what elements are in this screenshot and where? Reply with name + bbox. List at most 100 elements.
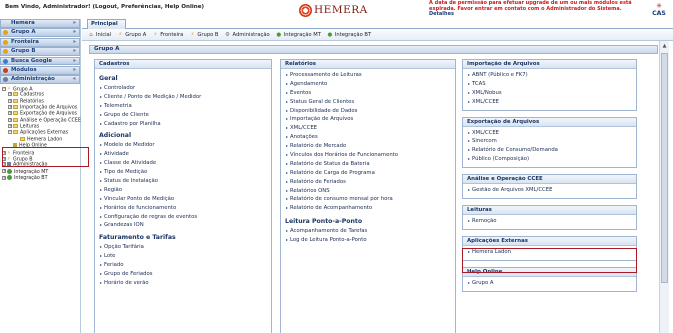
sidebar-section-label: Administração [11,76,55,83]
tab-strip: Principal [82,19,673,29]
link-relatorio-de-acompanhamento[interactable]: Relatório de Acompanhamento [285,204,451,213]
upgrade-warning: A data de permissão para efetuar upgrade… [429,0,647,18]
link-sinercom[interactable]: Sinercom [467,137,632,146]
sidebar-section-fronteira[interactable]: Fronteira » [0,37,80,47]
collapse-icon[interactable]: − [8,130,12,135]
link-xml-ccee[interactable]: XML/CCEE [467,129,632,138]
link-cliente-ponto-de-medicao-medidor[interactable]: Cliente / Ponto de Medição / Medidor [99,93,267,102]
link-acompanhamento-de-tarefas[interactable]: Acompanhamento de Tarefas [285,227,451,236]
link-vinculos-dos-horarios-de-funcionamento[interactable]: Vínculos dos Horários de Funcionamento [285,151,451,160]
link-processamento-de-leituras[interactable]: Processamento de Leituras [285,71,451,80]
nav-fronteira[interactable]: ⚡ Fronteira [152,32,183,38]
scroll-thumb[interactable] [661,53,668,283]
link-relatorio-de-feriados[interactable]: Relatório de Feriados [285,178,451,187]
tab-principal[interactable]: Principal [87,19,126,29]
expand-icon[interactable]: + [8,111,12,116]
link-relatorio-de-consumo-mensal-por-hora[interactable]: Relatório de consumo mensal por hora [285,195,451,204]
link-xml-ccee[interactable]: XML/CCEE [467,98,632,107]
panel-body: ABNT (Público e FK7) TCAS XML/Nobus XML/CCE… [463,69,636,109]
folder-icon [13,130,18,135]
link-xml-nobus[interactable]: XML/Nobus [467,89,632,98]
sidebar-section-grupo-b[interactable]: Grupo B » [0,47,80,56]
link-classe-de-atividade[interactable]: Classe de Atividade [99,159,267,168]
details-link[interactable]: Detalhes [429,11,454,17]
vertical-scrollbar[interactable]: ▲ [659,41,669,333]
sidebar-section-modulos[interactable]: Módulos » [0,65,80,75]
link-remocao[interactable]: Remoção [467,217,632,226]
link-grupo-a[interactable]: Grupo A [467,279,632,288]
expand-icon[interactable]: + [8,117,12,122]
sidebar-section-busca-google[interactable]: Busca Google » [0,56,80,66]
link-grupo-de-feriados[interactable]: Grupo de Feriados [99,270,267,279]
link-opcao-tarifaria[interactable]: Opção Tarifária [99,243,267,252]
link-importacao-de-arquivos[interactable]: Importação de Arquivos [285,115,451,124]
link-relatorio-de-carga-de-programa[interactable]: Relatório de Carga de Programa [285,169,451,178]
link-relatorio-de-status-da-bateria[interactable]: Relatório de Status da Bateria [285,160,451,169]
panel-body: Gestão de Arquivos XML/CCEE [463,184,636,197]
link-disponibilidade-de-dados[interactable]: Disponibilidade de Dados [285,107,451,116]
nav-inicial[interactable]: ⌂ Inicial [88,32,111,38]
modules-icon [3,67,8,73]
link-vincular-ponto-de-medicao[interactable]: Vincular Ponto de Medição [99,195,267,204]
folder-icon [13,111,18,116]
link-modelo-de-medidor[interactable]: Modelo de Medidor [99,141,267,150]
group-heading-faturamento-e-tarifas: Faturamento e Tarifas [99,234,176,242]
sidebar-section-label: Grupo A [11,29,36,36]
link-atividade[interactable]: Atividade [99,150,267,159]
link-lote[interactable]: Lote [99,252,267,261]
link-tcas[interactable]: TCAS [467,80,632,89]
expand-icon[interactable]: + [8,104,12,109]
link-horarios-de-funcionamento[interactable]: Horários de funcionamento [99,204,267,213]
link-horario-de-verao[interactable]: Horário de verão [99,279,267,288]
panel-cadastros: Cadastros Geral Controlador Cliente / Pont… [94,59,272,333]
collapse-icon[interactable]: − [2,86,6,91]
link-agendamento[interactable]: Agendamento [285,80,451,89]
nav-administracao[interactable]: ⚙ Administração [225,32,270,38]
scroll-up-icon[interactable]: ▲ [661,43,668,50]
link-controlador[interactable]: Controlador [99,84,267,93]
expand-icon[interactable]: + [8,124,12,129]
link-anotacoes[interactable]: Anotações [285,133,451,142]
expand-icon[interactable]: + [8,92,12,97]
nav-grupo-a[interactable]: ⚡ Grupo A [117,32,146,38]
sidebar-section-hemera[interactable]: Hemera » [0,19,80,28]
hemera-logo-text: HEMERA [314,4,368,16]
link-log-de-leitura-ponto-a-ponto[interactable]: Log de Leitura Ponto-a-Ponto [285,236,451,245]
nav-grupo-b[interactable]: ⚡ Grupo B [189,32,218,38]
link-eventos[interactable]: Eventos [285,89,451,98]
nav-integracao-bt[interactable]: ● Integração BT [327,32,371,38]
link-regiao[interactable]: Região [99,186,267,195]
nav-integracao-mt[interactable]: ● Integração MT [276,32,321,38]
link-relatorios-ons[interactable]: Relatórios ONS [285,187,451,196]
nav-label: Grupo A [125,31,147,38]
link-tipo-de-medicao[interactable]: Tipo de Medição [99,168,267,177]
quick-nav-bar: ⌂ Inicial ⚡ Grupo A ⚡ Fronteira ⚡ Grupo B ⚙ A… [82,29,673,41]
link-publico-composicao[interactable]: Público (Composição) [467,155,632,164]
panel-body: Geral Controlador Cliente / Ponto de Mediç… [95,69,271,290]
link-feriado[interactable]: Feriado [99,261,267,270]
link-grupo-de-cliente[interactable]: Grupo de Cliente [99,111,267,120]
link-cadastro-por-planilha[interactable]: Cadastro por Planilha [99,120,267,129]
expand-icon[interactable]: + [2,175,6,180]
tree-node-integracao-bt[interactable]: + Integração BT [2,175,80,181]
link-telemetria[interactable]: Telemetria [99,102,267,111]
external-apps-highlight-box [462,248,637,273]
top-header: Bem Vindo, Administrador! (Logout, Prefe… [0,0,673,19]
link-grandezas-ion[interactable]: Grandezas ION [99,221,267,230]
link-status-geral-de-clientes[interactable]: Status Geral de Clientes [285,98,451,107]
expand-icon[interactable]: + [8,98,12,103]
expand-icon[interactable]: + [2,169,6,174]
link-gestao-de-arquivos-xml-ccee[interactable]: Gestão de Arquivos XML/CCEE [467,186,632,195]
sidebar-highlight-box [2,147,89,167]
sidebar-section-administracao[interactable]: Administração « [0,75,80,85]
sidebar-section-grupo-a[interactable]: Grupo A » [0,28,80,38]
link-relatorio-de-mercado[interactable]: Relatório de Mercado [285,142,451,151]
folder-icon [13,104,18,109]
link-abnt-publico-e-fk7[interactable]: ABNT (Público e FK7) [467,71,632,80]
link-xml-ccee[interactable]: XML/CCEE [285,124,451,133]
link-configuracao-de-regras-de-eventos[interactable]: Configuração de regras de eventos [99,213,267,222]
tree-node-label: Análise e Operação CCEE [20,118,81,124]
link-relatorio-de-consumo-demanda[interactable]: Relatório de Consumo/Demanda [467,146,632,155]
link-status-de-instalacao[interactable]: Status de Instalação [99,177,267,186]
chevron-icon: » [72,29,76,36]
